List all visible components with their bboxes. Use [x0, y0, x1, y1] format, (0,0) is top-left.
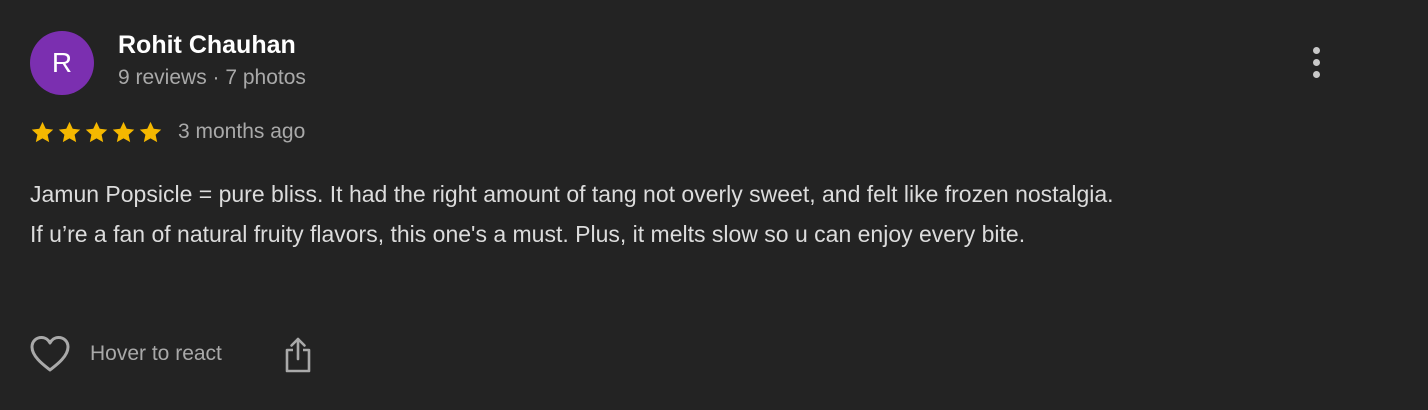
- author-name[interactable]: Rohit Chauhan: [118, 31, 296, 60]
- author-meta: 9 reviews · 7 photos: [118, 66, 306, 89]
- react-button[interactable]: Hover to react: [28, 334, 222, 374]
- more-vertical-icon: [1312, 46, 1320, 54]
- star-rating: [30, 120, 163, 145]
- share-icon: [285, 337, 311, 373]
- share-button[interactable]: [282, 334, 314, 374]
- more-vertical-icon-dot: [1312, 58, 1320, 66]
- avatar[interactable]: R: [30, 31, 94, 95]
- star-icon: [85, 121, 108, 142]
- rating-row: 3 months ago: [30, 118, 305, 146]
- star-icon: [139, 121, 162, 142]
- review-card: R Rohit Chauhan 9 reviews · 7 photos 3 m…: [0, 0, 1428, 410]
- star-icon: [112, 121, 135, 142]
- review-date: 3 months ago: [178, 120, 306, 143]
- star-icon: [58, 121, 81, 142]
- review-paragraph: If u’re a fan of natural fruity flavors,…: [30, 221, 1026, 247]
- react-label: Hover to react: [90, 342, 222, 365]
- more-vertical-icon-dot: [1312, 70, 1320, 78]
- more-options-button[interactable]: [1296, 38, 1336, 86]
- heart-icon: [30, 336, 70, 372]
- star-icon: [31, 121, 54, 142]
- review-actions: Hover to react: [28, 330, 314, 378]
- review-text: Jamun Popsicle = pure bliss. It had the …: [30, 174, 1330, 254]
- review-paragraph: Jamun Popsicle = pure bliss. It had the …: [30, 181, 1114, 207]
